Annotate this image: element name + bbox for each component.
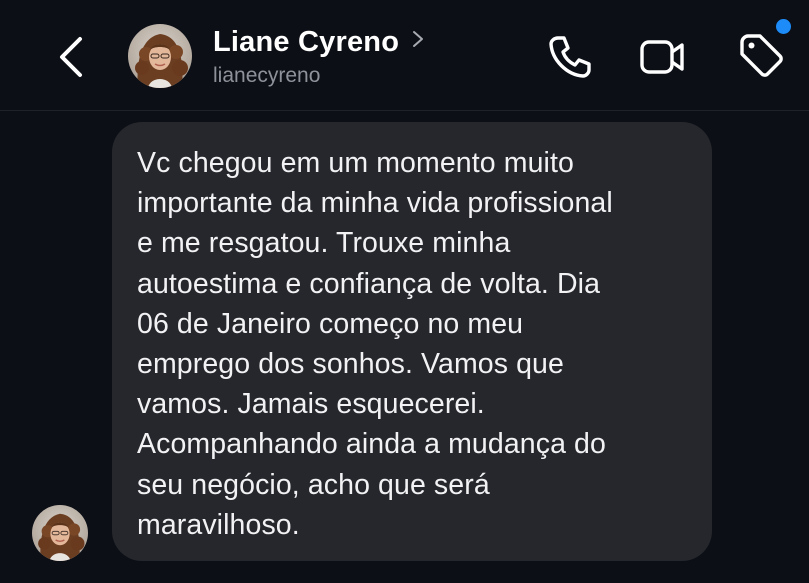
tag-icon	[740, 34, 783, 77]
chat-header: Liane Cyreno lianecyreno	[0, 0, 809, 111]
avatar[interactable]	[128, 24, 192, 88]
profile-link[interactable]: Liane Cyreno	[213, 24, 425, 60]
chevron-right-icon	[413, 31, 424, 47]
audio-call-button[interactable]	[544, 30, 596, 82]
message-text: Vc chegou em um momento muito importante…	[137, 147, 613, 541]
message-bubble[interactable]: Vc chegou em um momento muito importante…	[112, 122, 712, 561]
sender-avatar[interactable]	[32, 505, 88, 561]
contact-name: Liane Cyreno	[213, 25, 400, 58]
back-button[interactable]	[52, 33, 92, 81]
notification-dot	[776, 19, 791, 34]
avatar-image	[32, 505, 88, 561]
video-camera-icon	[640, 40, 684, 74]
chat-screen: Liane Cyreno lianecyreno Vc chegou em um…	[0, 0, 809, 583]
phone-icon	[549, 36, 591, 78]
tag-button[interactable]	[736, 30, 788, 82]
chevron-left-icon	[60, 37, 82, 77]
contact-username: lianecyreno	[213, 64, 321, 87]
video-call-button[interactable]	[636, 30, 688, 82]
avatar-image	[128, 24, 192, 88]
